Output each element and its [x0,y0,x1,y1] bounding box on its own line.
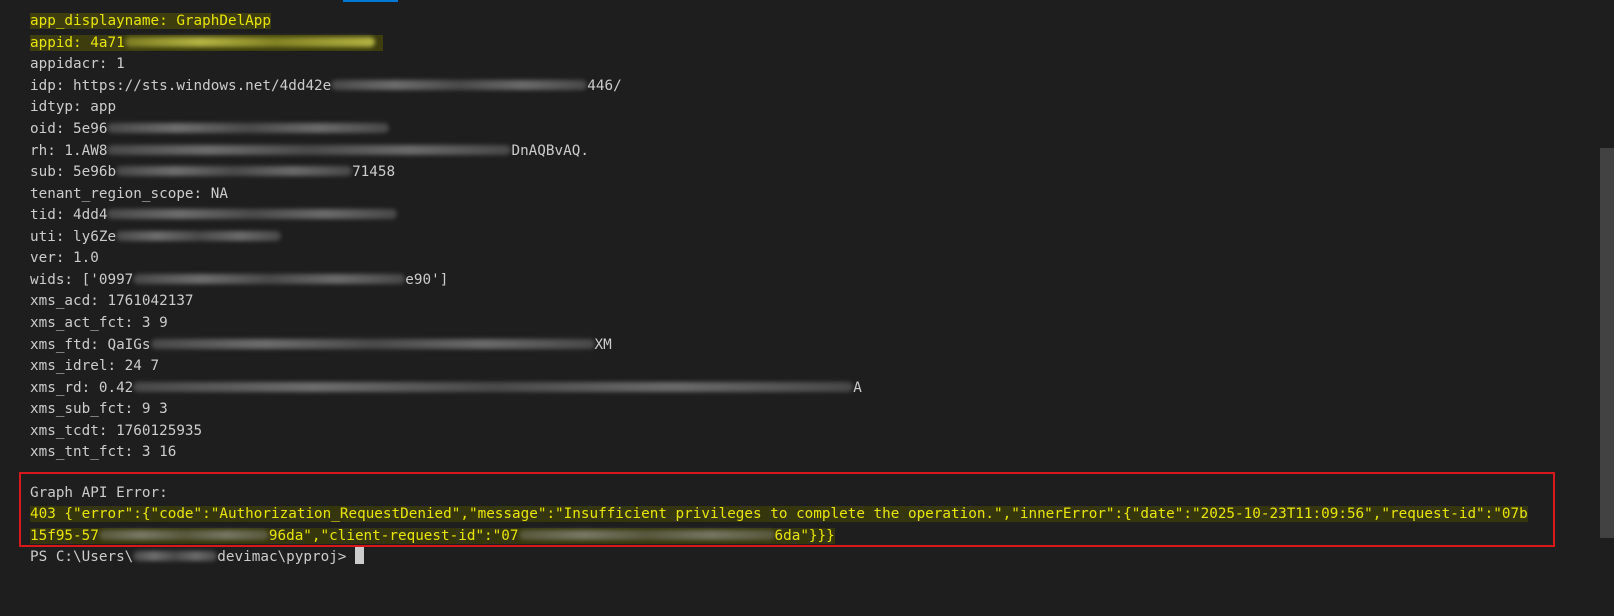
claim-line-xms-ftd: xms_ftd: QaIGs XM [30,337,612,353]
redacted-username [133,550,218,561]
claim-line-xms-act-fct: xms_act_fct: 3 9 [30,315,168,331]
error-heading: Graph API Error: [30,485,168,501]
terminal-cursor [355,547,365,564]
claim-line-sub: sub: 5e96b 71458 [30,164,396,180]
claim-line-idp: idp: https://sts.windows.net/4dd42e 446/ [30,78,622,94]
redacted-value [107,208,398,219]
claim-line-uti: uti: ly6Ze [30,226,282,248]
redacted-value [124,36,375,47]
claim-line-wids: wids: ['0997 e90'] [30,272,449,288]
redacted-value [133,381,854,392]
claim-line-rh: rh: 1.AW8 DnAQBvAQ. [30,143,589,159]
claim-line-tid: tid: 4dd4 [30,204,398,226]
redacted-value [98,529,269,540]
claim-line-xms-rd: xms_rd: 0.42 A [30,380,862,396]
claim-line-xms-sub-fct: xms_sub_fct: 9 3 [30,401,168,417]
claim-line-appidacr: appidacr: 1 [30,56,125,72]
redacted-value [107,122,390,133]
terminal-output[interactable]: app_displayname: GraphDelApp appid: 4a71… [0,0,1597,616]
redacted-value [518,529,775,540]
claim-line-xms-acd: xms_acd: 1761042137 [30,293,194,309]
claim-line-xms-idrel: xms_idrel: 24 7 [30,358,160,374]
claim-line-tenant-region-scope: tenant_region_scope: NA [30,186,228,202]
claim-line-oid: oid: 5e96 [30,118,390,140]
claim-line-app-displayname: app_displayname: GraphDelApp [30,13,272,29]
redacted-value [150,338,595,349]
redacted-value [116,165,353,176]
claim-line-xms-tnt-fct: xms_tnt_fct: 3 16 [30,444,177,460]
claim-line-ver: ver: 1.0 [30,250,99,266]
claim-line-xms-tcdt: xms_tcdt: 1760125935 [30,423,203,439]
redacted-value [331,79,588,90]
error-json-line-2: 15f95-57 96da","client-request-id":"07 6da… [30,528,835,544]
vertical-scrollbar-thumb[interactable] [1600,148,1614,538]
redacted-value [107,144,512,155]
claim-line-appid: appid: 4a71 [30,32,383,54]
redacted-value [133,273,406,284]
shell-prompt[interactable]: PS C:\Users\ devimac\pyproj> [30,546,365,568]
error-json-line-1: 403 {"error":{"code":"Authorization_Requ… [30,506,1528,522]
claim-line-idtyp: idtyp: app [30,99,117,115]
redacted-value [116,230,282,241]
